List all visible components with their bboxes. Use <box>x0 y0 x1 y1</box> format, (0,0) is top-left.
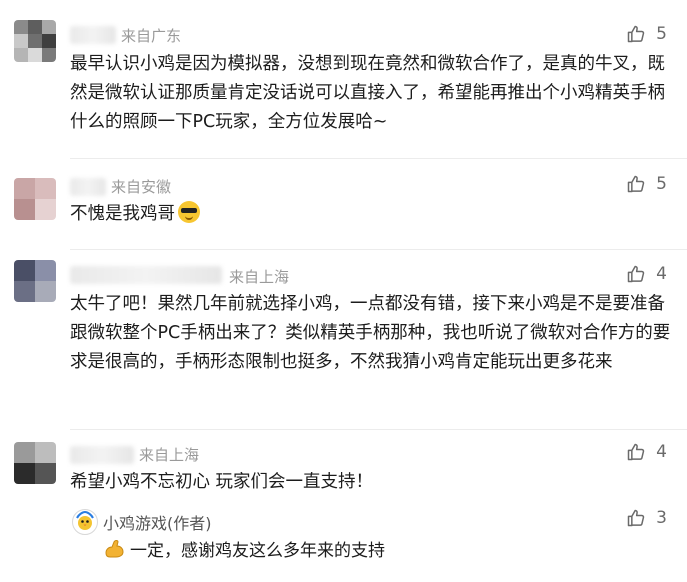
thumbs-up-icon <box>626 442 646 462</box>
username-blurred[interactable] <box>70 266 222 284</box>
like-count: 4 <box>656 264 667 284</box>
avatar[interactable] <box>14 178 56 220</box>
thumbs-up-icon <box>626 508 646 528</box>
thumbs-up-icon <box>626 174 646 194</box>
like-button[interactable]: 4 <box>626 264 667 284</box>
author-name[interactable]: 小鸡游戏(作者) <box>103 510 212 534</box>
like-button[interactable]: 4 <box>626 442 667 462</box>
like-count: 5 <box>656 24 667 44</box>
username-blurred[interactable] <box>70 446 134 464</box>
chick-logo-icon <box>74 510 96 533</box>
thumbs-up-icon <box>626 24 646 44</box>
comment-text: 不愧是我鸡哥 <box>70 200 673 229</box>
like-button[interactable]: 5 <box>626 24 667 44</box>
author-avatar[interactable] <box>72 509 98 535</box>
username-blurred[interactable] <box>70 178 106 196</box>
location-label: 来自上海 <box>139 446 200 464</box>
avatar[interactable] <box>14 20 56 62</box>
reply-text: 一定，感谢鸡友这么多年来的支持 <box>104 538 385 564</box>
comment-text-content: 不愧是我鸡哥 <box>70 204 175 224</box>
comment-4: 来自上海 4 希望小鸡不忘初心 玩家们会一直支持！ 小鸡游戏(作者) 3 一定，… <box>0 430 687 582</box>
flexed-arm-icon <box>104 539 126 559</box>
comment-text: 太牛了吧！果然几年前就选择小鸡，一点都没有错，接下来小鸡是不是要准备跟微软整个P… <box>70 294 671 372</box>
comment-3: 来自上海 4 太牛了吧！果然几年前就选择小鸡，一点都没有错，接下来小鸡是不是要准… <box>0 250 687 430</box>
reply-text-content: 一定，感谢鸡友这么多年来的支持 <box>130 541 385 561</box>
cool-sunglasses-emoji-icon <box>178 201 200 223</box>
divider <box>70 158 687 159</box>
username-blurred[interactable] <box>70 26 116 44</box>
reply-like-button[interactable]: 3 <box>626 508 667 528</box>
like-count: 5 <box>656 174 667 194</box>
like-count: 3 <box>656 508 667 528</box>
like-count: 4 <box>656 442 667 462</box>
author-reply: 小鸡游戏(作者) 3 一定，感谢鸡友这么多年来的支持 <box>0 502 687 582</box>
like-button[interactable]: 5 <box>626 174 667 194</box>
avatar[interactable] <box>14 442 56 484</box>
location-label: 来自广东 <box>121 27 182 45</box>
location-label: 来自安徽 <box>111 178 172 196</box>
comment-text: 希望小鸡不忘初心 玩家们会一直支持！ <box>70 472 374 492</box>
avatar[interactable] <box>14 260 56 302</box>
comment-text: 最早认识小鸡是因为模拟器，没想到现在竟然和微软合作了，是真的牛叉，既然是微软认证… <box>70 54 665 132</box>
thumbs-up-icon <box>626 264 646 284</box>
comment-2: 来自安徽 5 不愧是我鸡哥 <box>0 160 687 250</box>
location-label: 来自上海 <box>229 268 290 286</box>
comment-1: 来自广东 5 最早认识小鸡是因为模拟器，没想到现在竟然和微软合作了，是真的牛叉，… <box>0 0 687 160</box>
